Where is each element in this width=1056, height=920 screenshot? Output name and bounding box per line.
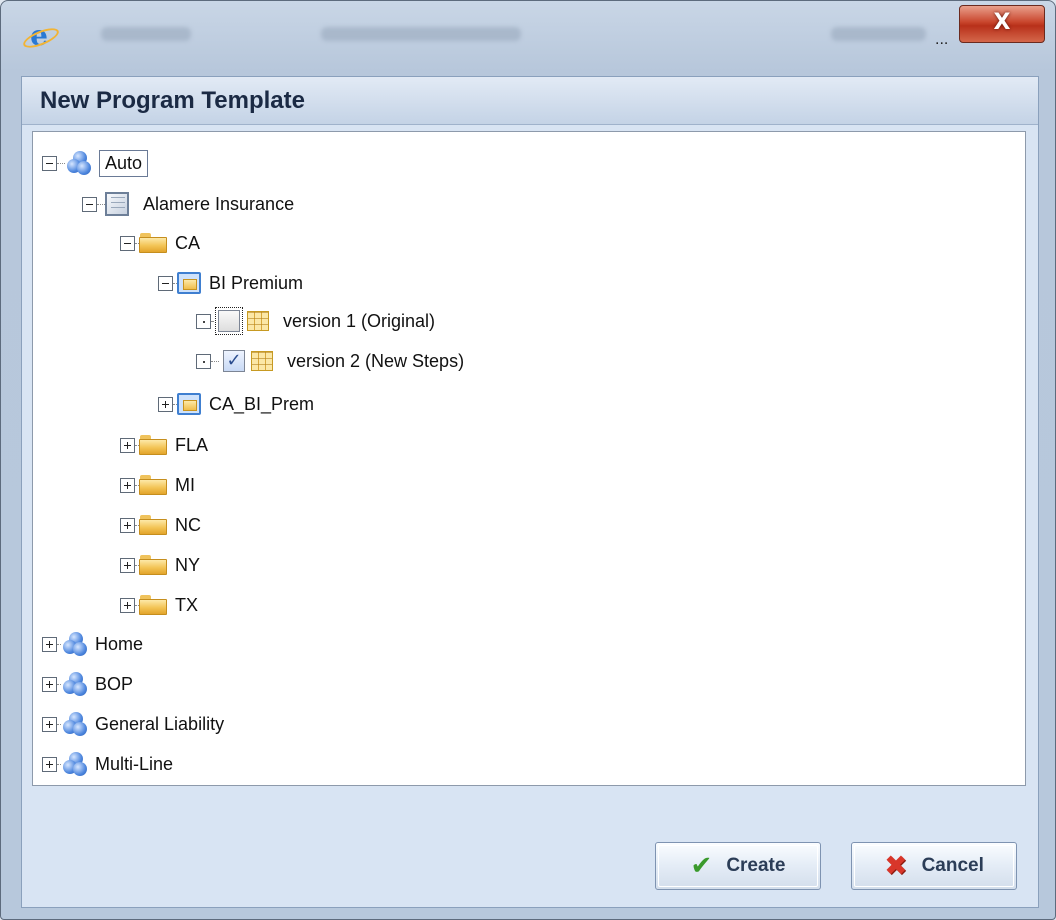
program-folder-icon [177,272,201,294]
line-of-business-icon [61,752,87,776]
expand-toggle-icon[interactable] [42,716,57,732]
expand-toggle-icon[interactable] [158,396,173,412]
tree-node-label: BOP [95,673,134,694]
line-of-business-icon [65,151,91,175]
tree-node-auto[interactable]: Auto [42,146,149,180]
tree-node-bop[interactable]: BOP [42,667,133,701]
folder-icon [139,475,167,495]
close-button[interactable]: X [959,5,1045,43]
rate-table-icon [251,351,273,371]
checkmark-icon: ✔ [690,851,713,881]
collapse-toggle-icon[interactable] [158,275,173,291]
checkbox-focus-ring [215,307,243,335]
tree-node-label: Alamere Insurance [143,193,295,214]
cancel-button-label: Cancel [921,855,984,876]
tree-node-alamere-insurance[interactable]: Alamere Insurance [82,187,294,221]
folder-icon [139,595,167,615]
tree-node-multi-line[interactable]: Multi-Line [42,747,173,781]
expand-toggle-icon[interactable] [120,437,135,453]
expand-toggle-icon[interactable] [120,557,135,573]
tree-node-home[interactable]: Home [42,627,143,661]
tree-node-ny[interactable]: NY [120,548,200,582]
tree-node-label: Multi-Line [95,753,174,774]
tree-node-label: TX [175,594,199,615]
leaf-toggle-icon [196,313,211,329]
folder-icon [139,435,167,455]
tree-node-label: CA_BI_Prem [209,393,315,414]
blurred-title-text [831,27,926,41]
tree-node-label: BI Premium [209,272,304,293]
expand-toggle-icon[interactable] [42,676,57,692]
tree-node-label: General Liability [95,713,225,734]
tree-node-ca-bi-prem[interactable]: CA_BI_Prem [158,387,314,421]
expand-toggle-icon[interactable] [42,756,57,772]
tree-node-label: MI [175,474,195,495]
collapse-toggle-icon[interactable] [42,155,57,171]
tree-node-label: version 2 (New Steps) [287,350,465,371]
blurred-title-text [101,27,191,41]
tree-node-ca[interactable]: CA [120,226,200,260]
expand-toggle-icon[interactable] [120,517,135,533]
dialog-title: New Program Template [22,77,1038,125]
title-bar: e ... X [1,1,1055,77]
tree-node-general-liability[interactable]: General Liability [42,707,224,741]
folder-icon [139,555,167,575]
tree-node-mi[interactable]: MI [120,468,195,502]
create-button-label: Create [726,855,786,876]
internet-explorer-icon: e [25,22,53,51]
create-button[interactable]: ✔ Create [655,842,821,890]
tree-node-version-2[interactable]: ✓ version 2 (New Steps) [196,344,464,378]
tree-node-label: NC [175,514,201,535]
rate-table-icon [247,311,269,331]
dialog-panel: New Program Template Auto Alamere Insura… [21,76,1039,908]
tree-node-label: CA [175,232,201,253]
tree-node-bi-premium[interactable]: BI Premium [158,266,303,300]
leaf-toggle-icon [196,353,211,369]
collapse-toggle-icon[interactable] [82,196,97,212]
line-of-business-icon [61,632,87,656]
tree-node-label: NY [175,554,201,575]
title-ellipsis: ... [935,31,949,48]
folder-icon [139,233,167,253]
expand-toggle-icon[interactable] [120,477,135,493]
expand-toggle-icon[interactable] [120,597,135,613]
cancel-x-icon: ✖ [884,849,908,882]
version-checkbox[interactable] [218,310,240,332]
tree-node-tx[interactable]: TX [120,588,198,622]
expand-toggle-icon[interactable] [42,636,57,652]
tree-node-label: Home [95,633,144,654]
folder-icon [139,515,167,535]
tree-node-label: FLA [175,434,209,455]
tree-node-label: version 1 (Original) [283,310,436,331]
tree-node-version-1[interactable]: version 1 (Original) [196,304,435,338]
blurred-title-text [321,27,521,41]
cancel-button[interactable]: ✖ Cancel [851,842,1017,890]
dialog-window: e ... X New Program Template Auto Alamer… [0,0,1056,920]
tree-node-label: Auto [99,149,149,177]
program-tree: Auto Alamere Insurance CA BI Premium ver… [32,131,1026,786]
line-of-business-icon [61,712,87,736]
tree-node-nc[interactable]: NC [120,508,201,542]
version-checkbox[interactable]: ✓ [223,350,245,372]
line-of-business-icon [61,672,87,696]
company-icon [105,192,129,216]
tree-node-fla[interactable]: FLA [120,428,208,462]
collapse-toggle-icon[interactable] [120,235,135,251]
program-folder-icon [177,393,201,415]
close-icon: X [993,10,1011,35]
